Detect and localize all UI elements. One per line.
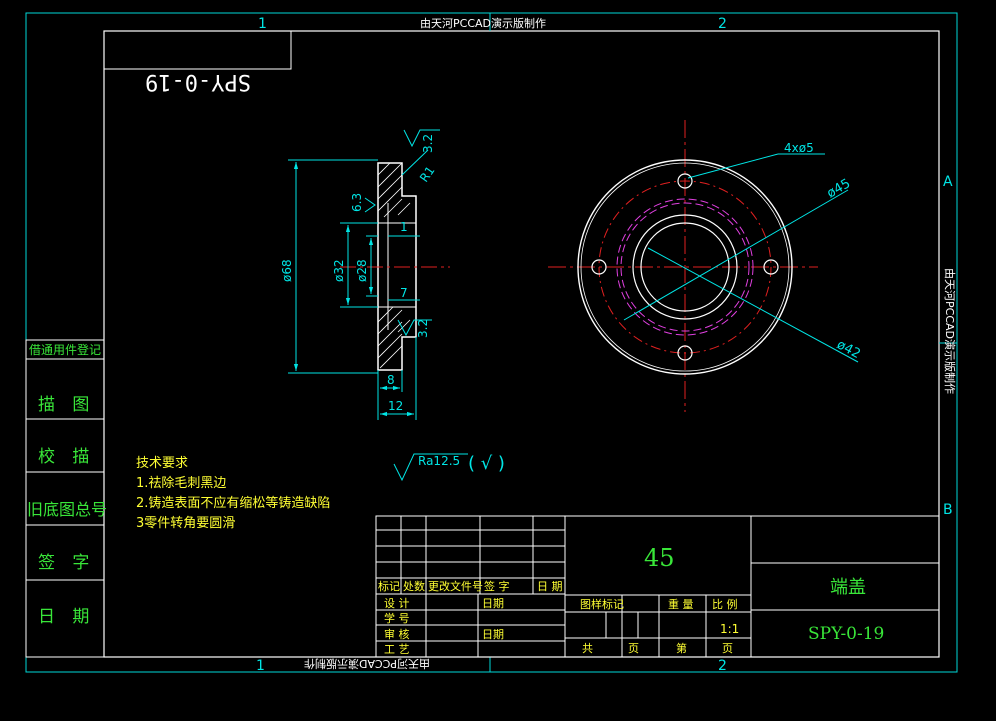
cad-drawing-canvas: 1 2 1 2 A B 由天河PCCAD演示版制作 由天河PCCAD演示版制作 … — [25, 12, 958, 674]
dim-1: 1 — [400, 220, 408, 234]
label-scale: 比 例 — [712, 597, 738, 611]
label-design: 设 计 — [384, 597, 410, 610]
dim-7: 7 — [400, 286, 408, 300]
grid-label-top-1: 1 — [258, 16, 267, 32]
scale-value: 1:1 — [720, 622, 739, 636]
drawing-number: SPY-0-19 — [808, 624, 884, 644]
label-weight: 重 量 — [668, 597, 694, 611]
label-date-2: 日期 — [482, 628, 504, 641]
tech-req-item-2: 2.铸造表面不应有缩松等铸造缺陷 — [136, 495, 330, 511]
roughness-suffix: ( √ ) — [468, 453, 505, 474]
tech-req-title: 技术要求 — [136, 456, 188, 471]
watermark-bottom: 由天河PCCAD演示版制作 — [304, 657, 430, 671]
radius-dim: R1 — [417, 164, 438, 185]
front-view — [548, 120, 859, 412]
rev-header-file: 更改文件号 — [428, 579, 483, 593]
label-review: 审 核 — [384, 627, 410, 641]
roughness-left: 6.3 — [350, 193, 364, 212]
rev-header-sign: 签 字 — [484, 579, 510, 593]
watermark-right: 由天河PCCAD演示版制作 — [943, 268, 957, 394]
grid-label-right-a: A — [943, 174, 953, 190]
dim-d32: ø32 — [332, 259, 346, 282]
label-page-2: 页 — [722, 642, 733, 655]
roughness-top: 3.2 — [421, 134, 435, 153]
roughness-value: Ra12.5 — [418, 454, 460, 468]
label-sheet-no: 第 — [676, 641, 687, 655]
stamp-row-sign: 签 字 — [38, 553, 95, 573]
roughness-bottom: 3.2 — [416, 319, 430, 338]
side-section-view: 3.2 R1 ø68 ø32 ø28 6.3 1 7 3.2 8 12 — [280, 129, 450, 420]
rev-header-date: 日 期 — [537, 580, 563, 593]
label-page-1: 页 — [628, 642, 639, 655]
dim-d68: ø68 — [280, 259, 294, 282]
stamp-row-trace: 描 图 — [38, 395, 95, 415]
stamp-row-date: 日 期 — [38, 607, 95, 627]
label-stage-mark: 图样标记 — [580, 597, 624, 611]
label-process: 工 艺 — [384, 643, 410, 656]
dim-holes: 4xø5 — [784, 141, 814, 155]
watermark-top: 由天河PCCAD演示版制作 — [420, 16, 546, 30]
material-text: 45 — [644, 544, 675, 572]
label-total: 共 — [582, 642, 593, 655]
sheet-frame — [25, 12, 958, 673]
dim-12: 12 — [388, 399, 403, 413]
stamp-header: 借通用件登记 — [29, 342, 101, 357]
rev-header-mark: 标记 — [378, 579, 400, 593]
code-box — [103, 30, 292, 70]
mirrored-code: SPY-0-19 — [145, 69, 251, 94]
dim-8: 8 — [387, 373, 395, 387]
tech-req-item-3: 3零件转角要圆滑 — [136, 516, 235, 531]
label-standard: 学 号 — [384, 611, 410, 625]
grid-label-right-b: B — [943, 502, 953, 518]
label-date-1: 日期 — [482, 597, 504, 610]
grid-label-bottom-1: 1 — [256, 658, 265, 674]
tech-req-item-1: 1.祛除毛刺黑边 — [136, 475, 226, 491]
dim-bore: ø42 — [834, 337, 863, 362]
grid-label-bottom-2: 2 — [718, 658, 727, 674]
rev-header-count: 处数 — [403, 580, 425, 593]
grid-label-top-2: 2 — [718, 16, 727, 32]
dim-d28: ø28 — [355, 259, 369, 282]
stamp-row-check: 校 描 — [38, 447, 95, 467]
part-name: 端盖 — [830, 577, 866, 598]
stamp-row-old-number: 旧底图总号 — [27, 500, 107, 519]
dim-pcd: ø45 — [825, 176, 854, 201]
